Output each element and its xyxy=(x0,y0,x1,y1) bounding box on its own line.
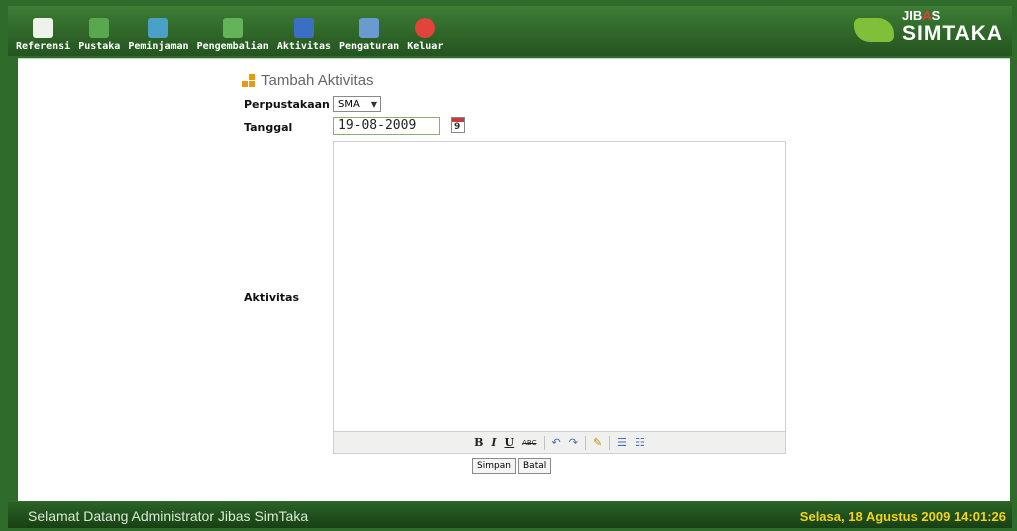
numbered-list-icon[interactable]: ☷ xyxy=(635,436,645,449)
nav-pengaturan[interactable]: Pengaturan xyxy=(339,18,399,56)
tanggal-label: Tanggal xyxy=(244,121,293,134)
nav-keluar[interactable]: Keluar xyxy=(407,18,443,56)
underline-button[interactable]: U xyxy=(505,436,515,449)
nav-pengembalian[interactable]: Pengembalian xyxy=(197,18,269,56)
peminjaman-icon xyxy=(148,18,169,38)
chevron-down-icon: ▼ xyxy=(370,100,377,109)
calendar-icon[interactable]: 9 xyxy=(451,117,465,133)
top-bar: Referensi Pustaka Peminjaman Pengembalia… xyxy=(8,6,1012,56)
nav-aktivitas[interactable]: Aktivitas xyxy=(277,18,331,56)
editor-toolbar: B I U ABC ↶ ↷ ✎ ☰ ☷ xyxy=(334,431,785,453)
italic-button[interactable]: I xyxy=(491,436,496,449)
app-frame: Referensi Pustaka Peminjaman Pengembalia… xyxy=(0,0,1017,531)
datetime-text: Selasa, 18 Agustus 2009 14:01:26 xyxy=(799,509,1006,524)
nav-referensi[interactable]: Referensi xyxy=(16,18,70,56)
nav-label: Referensi xyxy=(16,41,71,52)
referensi-icon xyxy=(33,18,54,38)
toolbar-separator xyxy=(584,435,586,450)
nav-pustaka[interactable]: Pustaka xyxy=(78,18,120,56)
pengembalian-icon xyxy=(222,18,243,38)
nav-label: Keluar xyxy=(407,41,444,52)
pustaka-icon xyxy=(89,18,110,38)
status-bar: Selamat Datang Administrator Jibas SimTa… xyxy=(8,502,1012,528)
aktivitas-label: Aktivitas xyxy=(244,291,300,304)
app-logo: JIBAS SIMTAKA xyxy=(854,8,1002,52)
toolbar-separator xyxy=(609,435,611,450)
logo-jibas: JIBAS xyxy=(902,8,941,23)
batal-button[interactable]: Batal xyxy=(518,458,552,474)
nav-label: Peminjaman xyxy=(128,41,189,52)
editor-text-area[interactable] xyxy=(334,142,785,432)
nav-label: Pustaka xyxy=(78,41,121,52)
logo-simtaka: SIMTAKA xyxy=(902,22,1004,45)
nav-label: Pengembalian xyxy=(196,41,269,52)
welcome-text: Selamat Datang Administrator Jibas SimTa… xyxy=(28,508,309,524)
aktivitas-icon xyxy=(293,18,314,38)
cleanup-icon[interactable]: ✎ xyxy=(593,436,602,449)
simpan-button[interactable]: Simpan xyxy=(472,458,516,474)
power-icon xyxy=(415,18,436,38)
perpustakaan-select[interactable]: SMA ▼ xyxy=(333,96,381,112)
bullet-icon xyxy=(242,74,255,87)
perpustakaan-label: Perpustakaan xyxy=(244,98,330,111)
rich-text-editor: B I U ABC ↶ ↷ ✎ ☰ ☷ xyxy=(333,141,786,454)
tanggal-input[interactable]: 19-08-2009 xyxy=(333,117,440,135)
leaf-logo-icon xyxy=(854,18,894,42)
bullet-list-icon[interactable]: ☰ xyxy=(617,436,627,449)
redo-icon[interactable]: ↷ xyxy=(569,436,578,449)
strikethrough-button[interactable]: ABC xyxy=(522,439,536,447)
page-title: Tambah Aktivitas xyxy=(242,72,374,89)
bold-button[interactable]: B xyxy=(474,436,483,449)
nav-label: Aktivitas xyxy=(276,41,331,52)
nav-label: Pengaturan xyxy=(339,41,400,52)
main-nav: Referensi Pustaka Peminjaman Pengembalia… xyxy=(8,6,443,56)
nav-peminjaman[interactable]: Peminjaman xyxy=(128,18,189,56)
toolbar-separator xyxy=(543,435,545,450)
undo-icon[interactable]: ↶ xyxy=(552,436,561,449)
pengaturan-icon xyxy=(359,18,380,38)
